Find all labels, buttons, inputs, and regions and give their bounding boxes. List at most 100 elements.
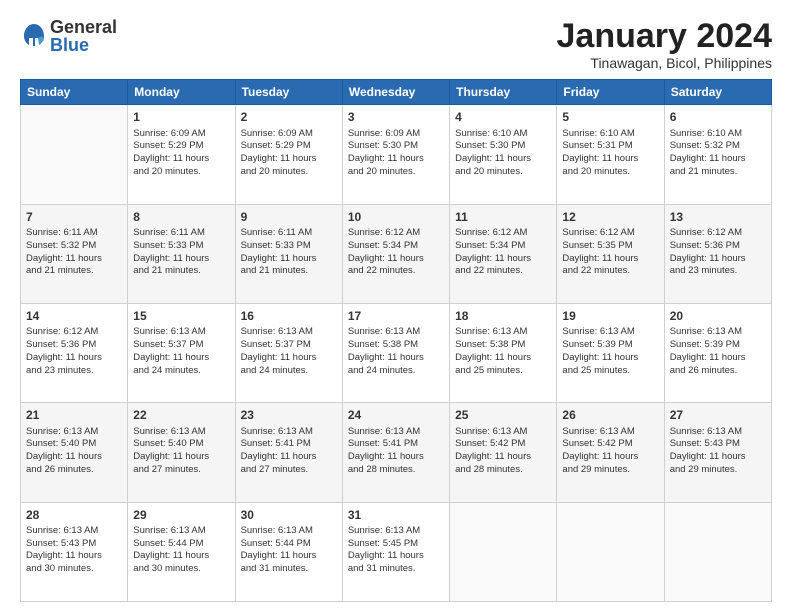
day-number: 19: [562, 308, 658, 324]
calendar-week-4: 21 Sunrise: 6:13 AM Sunset: 5:40 PM Dayli…: [21, 403, 772, 502]
day-info: Sunrise: 6:13 AM Sunset: 5:38 PM Dayligh…: [455, 326, 551, 377]
calendar-cell: 30 Sunrise: 6:13 AM Sunset: 5:44 PM Dayli…: [235, 502, 342, 601]
day-info: Sunrise: 6:13 AM Sunset: 5:43 PM Dayligh…: [26, 525, 122, 576]
day-info: Sunrise: 6:13 AM Sunset: 5:45 PM Dayligh…: [348, 525, 444, 576]
page: General Blue January 2024 Tinawagan, Bic…: [0, 0, 792, 612]
day-info: Sunrise: 6:09 AM Sunset: 5:29 PM Dayligh…: [241, 128, 337, 179]
day-info: Sunrise: 6:13 AM Sunset: 5:39 PM Dayligh…: [670, 326, 766, 377]
day-number: 21: [26, 407, 122, 423]
logo-general: General: [50, 18, 117, 36]
day-info: Sunrise: 6:13 AM Sunset: 5:44 PM Dayligh…: [241, 525, 337, 576]
day-info: Sunrise: 6:12 AM Sunset: 5:34 PM Dayligh…: [455, 227, 551, 278]
day-number: 15: [133, 308, 229, 324]
weekday-header-saturday: Saturday: [664, 80, 771, 105]
day-number: 28: [26, 507, 122, 523]
calendar-cell: 5Sunrise: 6:10 AM Sunset: 5:31 PM Daylig…: [557, 105, 664, 204]
calendar-table: SundayMondayTuesdayWednesdayThursdayFrid…: [20, 79, 772, 602]
calendar-cell: 1 Sunrise: 6:09 AM Sunset: 5:29 PM Daylig…: [128, 105, 235, 204]
calendar-cell: 6 Sunrise: 6:10 AM Sunset: 5:32 PM Daylig…: [664, 105, 771, 204]
location: Tinawagan, Bicol, Philippines: [557, 55, 773, 71]
day-number: 20: [670, 308, 766, 324]
calendar-cell: 14 Sunrise: 6:12 AM Sunset: 5:36 PM Dayli…: [21, 304, 128, 403]
day-number: 27: [670, 407, 766, 423]
day-info: Sunrise: 6:13 AM Sunset: 5:40 PM Dayligh…: [133, 426, 229, 477]
day-number: 22: [133, 407, 229, 423]
day-number: 24: [348, 407, 444, 423]
calendar-cell: 2 Sunrise: 6:09 AM Sunset: 5:29 PM Daylig…: [235, 105, 342, 204]
calendar-cell: 11 Sunrise: 6:12 AM Sunset: 5:34 PM Dayli…: [450, 204, 557, 303]
calendar-week-1: 1 Sunrise: 6:09 AM Sunset: 5:29 PM Daylig…: [21, 105, 772, 204]
calendar-cell: 23Sunrise: 6:13 AM Sunset: 5:41 PM Dayli…: [235, 403, 342, 502]
calendar-cell: 16Sunrise: 6:13 AM Sunset: 5:37 PM Dayli…: [235, 304, 342, 403]
day-number: 6: [670, 109, 766, 125]
day-number: 13: [670, 209, 766, 225]
calendar-cell: [557, 502, 664, 601]
day-number: 30: [241, 507, 337, 523]
calendar-cell: 10Sunrise: 6:12 AM Sunset: 5:34 PM Dayli…: [342, 204, 449, 303]
day-number: 31: [348, 507, 444, 523]
weekday-header-friday: Friday: [557, 80, 664, 105]
day-number: 9: [241, 209, 337, 225]
day-info: Sunrise: 6:10 AM Sunset: 5:31 PM Dayligh…: [562, 128, 658, 179]
weekday-header-sunday: Sunday: [21, 80, 128, 105]
day-number: 25: [455, 407, 551, 423]
day-info: Sunrise: 6:13 AM Sunset: 5:42 PM Dayligh…: [455, 426, 551, 477]
day-info: Sunrise: 6:10 AM Sunset: 5:32 PM Dayligh…: [670, 128, 766, 179]
day-number: 3: [348, 109, 444, 125]
calendar-cell: 29Sunrise: 6:13 AM Sunset: 5:44 PM Dayli…: [128, 502, 235, 601]
weekday-header-row: SundayMondayTuesdayWednesdayThursdayFrid…: [21, 80, 772, 105]
day-number: 14: [26, 308, 122, 324]
day-info: Sunrise: 6:13 AM Sunset: 5:37 PM Dayligh…: [241, 326, 337, 377]
weekday-header-wednesday: Wednesday: [342, 80, 449, 105]
day-number: 8: [133, 209, 229, 225]
calendar-cell: 12 Sunrise: 6:12 AM Sunset: 5:35 PM Dayli…: [557, 204, 664, 303]
calendar-body: 1 Sunrise: 6:09 AM Sunset: 5:29 PM Daylig…: [21, 105, 772, 602]
logo-blue: Blue: [50, 36, 117, 54]
calendar-cell: 25 Sunrise: 6:13 AM Sunset: 5:42 PM Dayli…: [450, 403, 557, 502]
day-number: 2: [241, 109, 337, 125]
calendar-cell: 19 Sunrise: 6:13 AM Sunset: 5:39 PM Dayli…: [557, 304, 664, 403]
day-info: Sunrise: 6:13 AM Sunset: 5:38 PM Dayligh…: [348, 326, 444, 377]
calendar-cell: 27 Sunrise: 6:13 AM Sunset: 5:43 PM Dayli…: [664, 403, 771, 502]
calendar-cell: 20 Sunrise: 6:13 AM Sunset: 5:39 PM Dayli…: [664, 304, 771, 403]
logo: General Blue: [20, 18, 117, 54]
title-block: January 2024 Tinawagan, Bicol, Philippin…: [557, 18, 773, 71]
day-info: Sunrise: 6:13 AM Sunset: 5:42 PM Dayligh…: [562, 426, 658, 477]
day-info: Sunrise: 6:13 AM Sunset: 5:41 PM Dayligh…: [241, 426, 337, 477]
day-number: 17: [348, 308, 444, 324]
day-info: Sunrise: 6:13 AM Sunset: 5:40 PM Dayligh…: [26, 426, 122, 477]
day-info: Sunrise: 6:13 AM Sunset: 5:43 PM Dayligh…: [670, 426, 766, 477]
day-info: Sunrise: 6:13 AM Sunset: 5:39 PM Dayligh…: [562, 326, 658, 377]
day-number: 11: [455, 209, 551, 225]
weekday-header-tuesday: Tuesday: [235, 80, 342, 105]
day-number: 7: [26, 209, 122, 225]
calendar-cell: 4Sunrise: 6:10 AM Sunset: 5:30 PM Daylig…: [450, 105, 557, 204]
logo-icon: [20, 22, 48, 50]
day-number: 18: [455, 308, 551, 324]
day-info: Sunrise: 6:09 AM Sunset: 5:30 PM Dayligh…: [348, 128, 444, 179]
day-info: Sunrise: 6:11 AM Sunset: 5:33 PM Dayligh…: [241, 227, 337, 278]
day-info: Sunrise: 6:13 AM Sunset: 5:44 PM Dayligh…: [133, 525, 229, 576]
day-info: Sunrise: 6:12 AM Sunset: 5:35 PM Dayligh…: [562, 227, 658, 278]
calendar-cell: 9 Sunrise: 6:11 AM Sunset: 5:33 PM Daylig…: [235, 204, 342, 303]
weekday-header-monday: Monday: [128, 80, 235, 105]
day-info: Sunrise: 6:13 AM Sunset: 5:37 PM Dayligh…: [133, 326, 229, 377]
calendar-cell: 22 Sunrise: 6:13 AM Sunset: 5:40 PM Dayli…: [128, 403, 235, 502]
day-number: 1: [133, 109, 229, 125]
day-info: Sunrise: 6:10 AM Sunset: 5:30 PM Dayligh…: [455, 128, 551, 179]
day-info: Sunrise: 6:12 AM Sunset: 5:36 PM Dayligh…: [26, 326, 122, 377]
day-info: Sunrise: 6:13 AM Sunset: 5:41 PM Dayligh…: [348, 426, 444, 477]
calendar-cell: 26Sunrise: 6:13 AM Sunset: 5:42 PM Dayli…: [557, 403, 664, 502]
day-info: Sunrise: 6:09 AM Sunset: 5:29 PM Dayligh…: [133, 128, 229, 179]
calendar-cell: 7Sunrise: 6:11 AM Sunset: 5:32 PM Daylig…: [21, 204, 128, 303]
calendar-cell: 13Sunrise: 6:12 AM Sunset: 5:36 PM Dayli…: [664, 204, 771, 303]
header: General Blue January 2024 Tinawagan, Bic…: [20, 18, 772, 71]
month-title: January 2024: [557, 18, 773, 55]
calendar-cell: 31 Sunrise: 6:13 AM Sunset: 5:45 PM Dayli…: [342, 502, 449, 601]
day-number: 10: [348, 209, 444, 225]
calendar-cell: 21 Sunrise: 6:13 AM Sunset: 5:40 PM Dayli…: [21, 403, 128, 502]
weekday-header-thursday: Thursday: [450, 80, 557, 105]
calendar-cell: 8Sunrise: 6:11 AM Sunset: 5:33 PM Daylig…: [128, 204, 235, 303]
calendar-cell: [450, 502, 557, 601]
day-number: 12: [562, 209, 658, 225]
